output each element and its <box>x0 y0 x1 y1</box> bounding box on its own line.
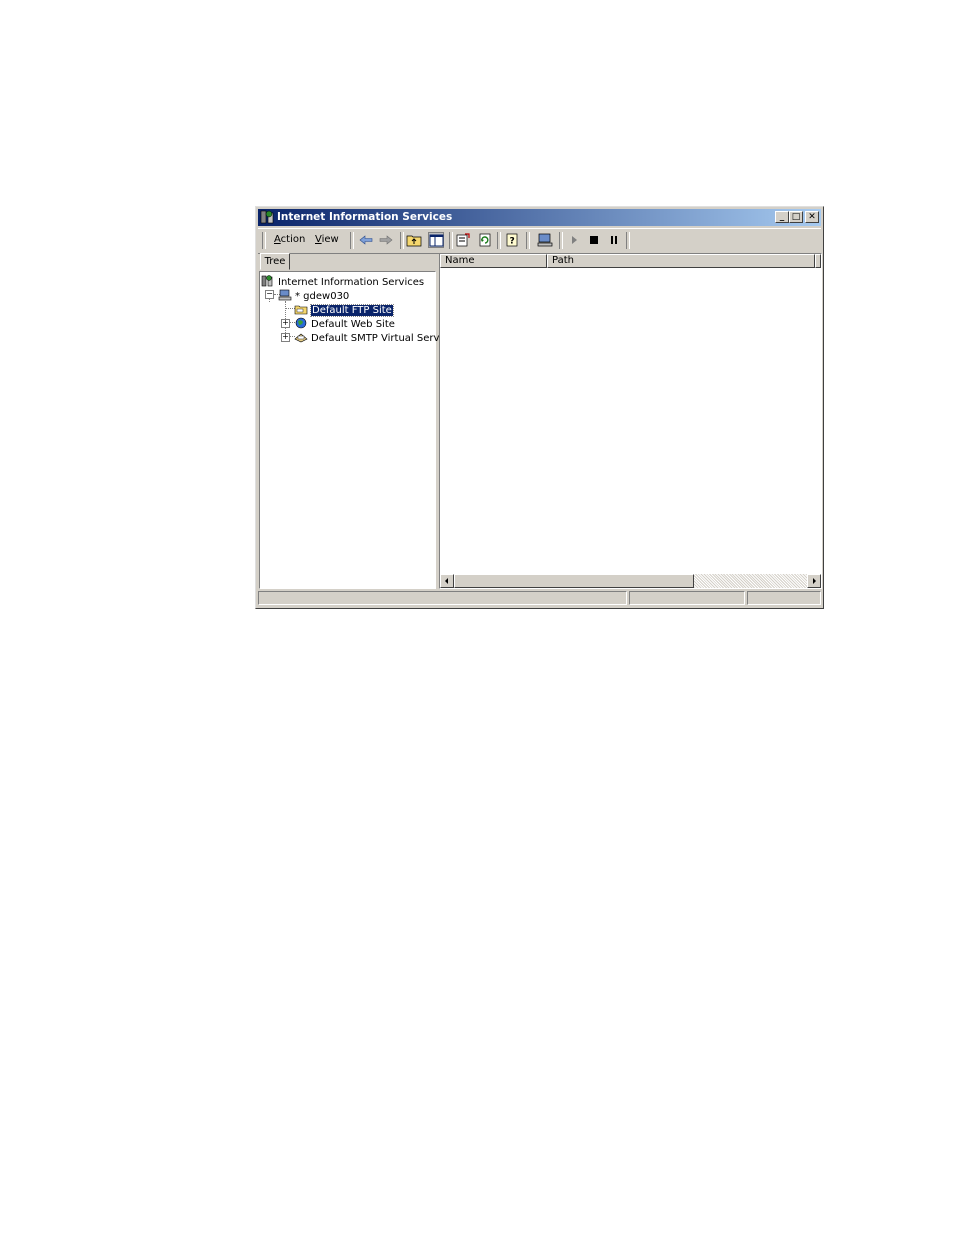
toolbar-separator <box>350 232 354 249</box>
iis-window: Internet Information Services _ □ ✕ Acti… <box>255 206 824 609</box>
tree-item-server[interactable]: * gdew030 <box>278 289 349 302</box>
collapse-server-toggle[interactable]: − <box>265 290 274 299</box>
toolbar-grip[interactable] <box>262 232 266 249</box>
toolbar-separator <box>559 232 563 249</box>
menu-view[interactable]: View <box>315 234 339 245</box>
close-button[interactable]: ✕ <box>805 211 819 223</box>
tab-tree[interactable]: Tree <box>260 253 290 270</box>
tree-item-smtp-server[interactable]: Default SMTP Virtual Server <box>294 331 450 344</box>
globe-icon <box>295 317 307 329</box>
pause-icon[interactable] <box>606 232 622 248</box>
toolbar-separator <box>526 232 530 249</box>
help-icon[interactable]: ? <box>504 232 520 248</box>
expand-smtp-toggle[interactable]: + <box>281 333 290 342</box>
play-icon[interactable] <box>566 232 582 248</box>
ftp-folder-icon <box>294 305 308 315</box>
scroll-left-button[interactable] <box>440 574 454 588</box>
iis-app-icon <box>260 210 274 224</box>
toolbar-separator <box>497 232 501 249</box>
status-panel-main <box>258 591 627 605</box>
expand-web-site-toggle[interactable]: + <box>281 319 290 328</box>
tree-item-root[interactable]: Internet Information Services <box>261 275 424 288</box>
scroll-thumb[interactable] <box>454 574 694 588</box>
iis-icon <box>261 275 273 287</box>
refresh-icon[interactable] <box>477 232 493 248</box>
details-pane: Name Path <box>439 253 822 589</box>
status-bar <box>258 590 821 606</box>
tree-item-label: Default FTP Site <box>310 304 394 317</box>
computer-icon <box>278 289 292 301</box>
maximize-button[interactable]: □ <box>789 211 803 223</box>
column-header-name[interactable]: Name <box>440 254 547 268</box>
mail-server-icon <box>294 333 308 343</box>
tree-item-label: Default SMTP Virtual Server <box>311 333 450 344</box>
scroll-right-button[interactable] <box>807 574 821 588</box>
tree-item-web-site[interactable]: Default Web Site <box>294 317 395 330</box>
minimize-button[interactable]: _ <box>775 211 789 223</box>
toolbar-separator <box>449 232 453 249</box>
status-panel-2 <box>629 591 745 605</box>
back-arrow-icon[interactable] <box>358 232 374 248</box>
toolbar: Action View ? <box>258 228 821 254</box>
tree-pane: Internet Information Services − * gdew03… <box>259 271 450 589</box>
tree-item-ftp-site[interactable]: Default FTP Site <box>294 303 394 317</box>
menu-action[interactable]: Action <box>274 234 305 245</box>
toolbar-separator <box>400 232 404 249</box>
right-arrow-icon <box>813 578 816 584</box>
svg-text:?: ? <box>510 237 515 247</box>
stop-icon[interactable] <box>586 232 602 248</box>
column-header-path[interactable]: Path <box>547 254 815 268</box>
tree-item-label: Default Web Site <box>311 319 395 330</box>
show-hide-tree-icon[interactable] <box>428 232 444 248</box>
tree-item-label: * gdew030 <box>295 291 350 302</box>
status-panel-3 <box>747 591 821 605</box>
column-header-filler <box>815 254 821 268</box>
forward-arrow-icon[interactable] <box>378 232 394 248</box>
horizontal-scrollbar[interactable] <box>440 574 821 588</box>
properties-icon[interactable] <box>455 232 471 248</box>
tree-item-label: Internet Information Services <box>278 277 425 288</box>
title-bar[interactable]: Internet Information Services _ □ ✕ <box>258 209 821 226</box>
computer-icon[interactable] <box>537 232 553 248</box>
left-arrow-icon <box>445 578 448 584</box>
toolbar-separator <box>626 232 630 249</box>
up-folder-icon[interactable] <box>406 232 422 248</box>
window-title: Internet Information Services <box>277 211 453 223</box>
